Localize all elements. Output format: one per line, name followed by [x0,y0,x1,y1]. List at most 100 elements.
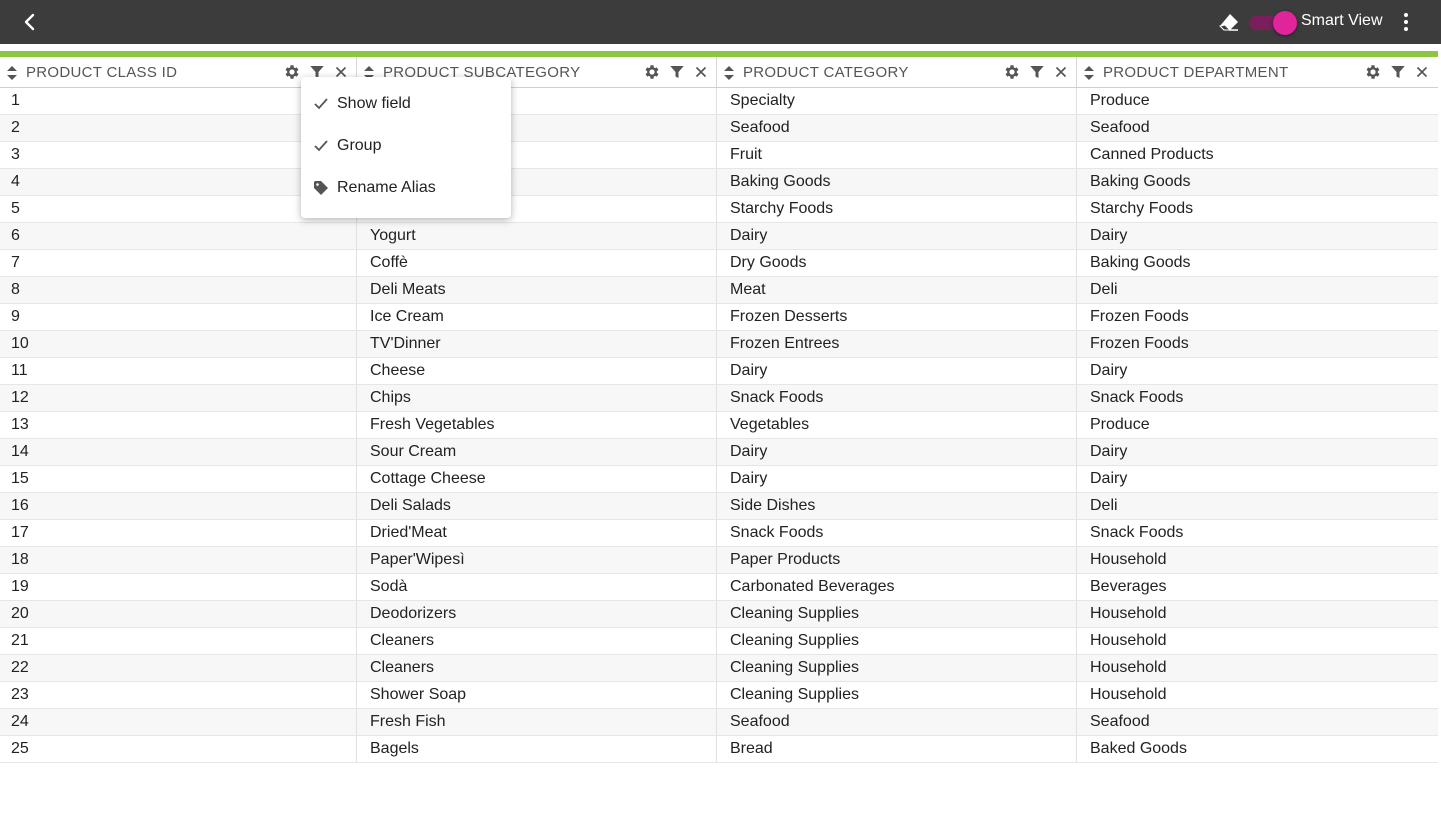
table-cell-department: Seafood [1090,119,1150,136]
table-cell-category: Snack Foods [717,520,1077,546]
table-row[interactable]: 15 Cottage Cheese Dairy Dairy [0,466,1438,493]
table-cell-class-id: 11 [0,358,357,384]
column-context-menu: Show field Group Rename Alias [301,77,511,218]
table-cell-category: Fruit [717,142,1077,168]
table-row[interactable]: 20 Deodorizers Cleaning Supplies Household [0,601,1438,628]
table-row[interactable]: 17 Dried'Meat Snack Foods Snack Foods [0,520,1438,547]
table-cell-subcategory: Deli Meats [357,277,717,303]
table-row[interactable]: 13 Fresh Vegetables Vegetables Produce [0,412,1438,439]
table-row[interactable]: 5 Starchy Foods Starchy Foods [0,196,1438,223]
table-cell-class-id: 7 [0,250,357,276]
table-cell-subcategory: Coffè [357,250,717,276]
eraser-icon[interactable] [1218,11,1240,33]
table-cell-department: Dairy [1090,362,1128,379]
table-row[interactable]: 12 Chips Snack Foods Snack Foods [0,385,1438,412]
table-cell-subcategory: Cleaners [357,628,717,654]
table-cell-subcategory: Chips [357,385,717,411]
column-header-category: PRODUCT CATEGORY [717,57,1077,87]
table-cell-class-id: 15 [0,466,357,492]
table-row[interactable]: 4 Baking Goods Baking Goods [0,169,1438,196]
menu-item-rename-alias[interactable]: Rename Alias [301,169,511,209]
sort-icon[interactable] [1083,65,1095,81]
menu-item-label: Group [337,137,382,154]
table-cell-class-id: 20 [0,601,357,627]
close-icon[interactable] [1052,63,1070,81]
table-row[interactable]: 9 Ice Cream Frozen Desserts Frozen Foods [0,304,1438,331]
table-row[interactable]: 22 Cleaners Cleaning Supplies Household [0,655,1438,682]
close-icon[interactable] [692,63,710,81]
table-cell-class-id: 18 [0,547,357,573]
table-cell-department: Baking Goods [1090,173,1191,190]
table-cell-subcategory: Cheese [357,358,717,384]
sort-icon[interactable] [723,65,735,81]
table-cell-category: Meat [717,277,1077,303]
close-icon[interactable] [1413,63,1431,81]
table-row[interactable]: 11 Cheese Dairy Dairy [0,358,1438,385]
table-cell-category: Dairy [717,223,1077,249]
column-title: PRODUCT CATEGORY [743,64,909,81]
check-icon [314,98,328,110]
filter-icon[interactable] [668,63,686,81]
gear-icon[interactable] [283,63,301,81]
table-cell-department: Produce [1090,92,1150,109]
table-cell-class-id: 23 [0,682,357,708]
table-cell-class-id: 6 [0,223,357,249]
table-cell-subcategory: Cottage Cheese [357,466,717,492]
menu-item-group[interactable]: Group [301,127,511,167]
table-row[interactable]: 14 Sour Cream Dairy Dairy [0,439,1438,466]
table-cell-category: Dairy [717,358,1077,384]
table-cell-class-id: 25 [0,736,357,762]
smart-view-toggle[interactable] [1247,11,1297,35]
table-cell-subcategory: Shower Soap [357,682,717,708]
column-header-department: PRODUCT DEPARTMENT [1077,57,1438,87]
table-row[interactable]: 10 TV'Dinner Frozen Entrees Frozen Foods [0,331,1438,358]
filter-icon[interactable] [1028,63,1046,81]
table-cell-department: Canned Products [1090,146,1214,163]
toggle-knob [1273,11,1297,35]
table-row[interactable]: 19 Sodà Carbonated Beverages Beverages [0,574,1438,601]
table-cell-department: Household [1090,551,1167,568]
table-row[interactable]: 21 Cleaners Cleaning Supplies Household [0,628,1438,655]
table-cell-department: Seafood [1090,713,1150,730]
table-cell-category: Cleaning Supplies [717,628,1077,654]
table-cell-subcategory: Fresh Fish [357,709,717,735]
table-row[interactable]: 2 Seafood Seafood [0,115,1438,142]
table-row[interactable]: 6 Yogurt Dairy Dairy [0,223,1438,250]
check-icon [314,140,328,152]
table-row[interactable]: 25 Bagels Bread Baked Goods [0,736,1438,763]
table-cell-class-id: 16 [0,493,357,519]
table-cell-category: Cleaning Supplies [717,601,1077,627]
table-row[interactable]: 23 Shower Soap Cleaning Supplies Household [0,682,1438,709]
table-cell-subcategory: Bagels [357,736,717,762]
table-cell-category: Paper Products [717,547,1077,573]
table-cell-department: Dairy [1090,470,1128,487]
table-row[interactable]: 8 Deli Meats Meat Deli [0,277,1438,304]
table-cell-subcategory: Sour Cream [357,439,717,465]
sort-icon[interactable] [6,65,18,81]
table-row[interactable]: 18 Paper'Wipesì Paper Products Household [0,547,1438,574]
table-row[interactable]: 24 Fresh Fish Seafood Seafood [0,709,1438,736]
table-cell-department: Frozen Foods [1090,308,1189,325]
table-cell-department: Starchy Foods [1090,200,1194,217]
filter-icon[interactable] [1389,63,1407,81]
table-cell-department: Dairy [1090,227,1128,244]
table-row[interactable]: 7 Coffè Dry Goods Baking Goods [0,250,1438,277]
table-cell-category: Dry Goods [717,250,1077,276]
tag-icon [314,181,328,195]
menu-item-label: Rename Alias [337,179,436,196]
gear-icon[interactable] [643,63,661,81]
menu-item-show-field[interactable]: Show field [301,85,511,125]
table-cell-class-id: 8 [0,277,357,303]
gear-icon[interactable] [1003,63,1021,81]
table-row[interactable]: 1 Specialty Produce [0,88,1438,115]
table-body: 1 Specialty Produce 2 Seafood Seafood 3 Fruit Ca… [0,88,1438,763]
table-row[interactable]: 3 Fruit Canned Products [0,142,1438,169]
table-cell-class-id: 19 [0,574,357,600]
table-row[interactable]: 16 Deli Salads Side Dishes Deli [0,493,1438,520]
table-cell-subcategory: Paper'Wipesì [357,547,717,573]
table-cell-category: Seafood [717,115,1077,141]
more-vert-icon[interactable] [1396,10,1416,34]
gear-icon[interactable] [1364,63,1382,81]
table-cell-department: Deli [1090,497,1118,514]
back-arrow-icon[interactable] [16,8,44,36]
